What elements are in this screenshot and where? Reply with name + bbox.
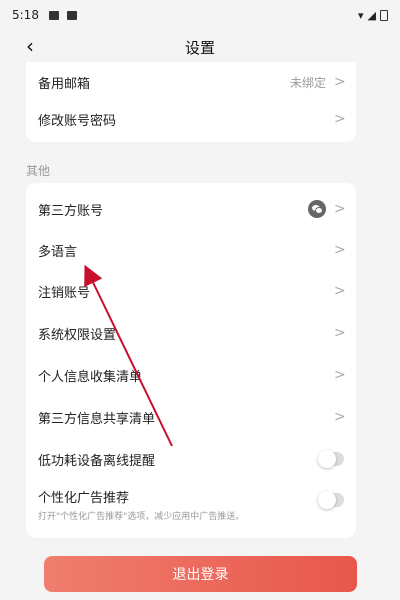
logout-button[interactable]: 退出登录	[44, 556, 357, 592]
row-third-party-account[interactable]: 第三方账号 >	[26, 189, 356, 229]
row-label: 低功耗设备离线提醒	[38, 453, 156, 469]
chevron-right-icon: >	[334, 201, 346, 217]
page-title: 设置	[184, 38, 215, 57]
offline-alert-toggle[interactable]	[318, 450, 344, 468]
message-notification-icon	[48, 10, 59, 20]
signal-icon: ◢	[367, 8, 376, 22]
row-system-permissions[interactable]: 系统权限设置 >	[26, 313, 356, 353]
chevron-right-icon: >	[334, 325, 346, 341]
row-cancel-account[interactable]: 注销账号 >	[26, 271, 356, 311]
status-time: 5:18	[12, 8, 39, 22]
row-label: 注销账号	[38, 285, 91, 301]
row-personalized-ads: 个性化广告推荐 打开"个性化广告推荐"选项，减少应用中广告推送。	[26, 479, 356, 529]
chevron-right-icon: >	[334, 367, 346, 383]
row-low-power-offline-alert: 低功耗设备离线提醒	[26, 439, 356, 479]
status-right: ▾ ◢	[358, 9, 388, 22]
row-language[interactable]: 多语言 >	[26, 230, 356, 270]
chevron-right-icon: >	[334, 242, 346, 258]
nav-bar: ‹ 设置	[0, 30, 400, 64]
app-notification-icon	[66, 10, 77, 20]
row-label: 个人信息收集清单	[38, 369, 143, 385]
battery-icon	[380, 9, 388, 21]
row-third-party-sharing-list[interactable]: 第三方信息共享清单 >	[26, 397, 356, 437]
status-bar: 5:18 ▾ ◢	[0, 0, 400, 30]
chevron-right-icon: >	[334, 74, 346, 90]
row-label: 备用邮箱	[38, 76, 91, 92]
personalized-ads-toggle[interactable]	[318, 491, 344, 509]
row-personal-info-list[interactable]: 个人信息收集清单 >	[26, 355, 356, 395]
chevron-right-icon: >	[334, 111, 346, 127]
other-card: 第三方账号 > 多语言 > 注销账号 > 系统权限设置 > 个人信息收集清单 >…	[26, 183, 356, 538]
row-label: 第三方信息共享清单	[38, 411, 156, 427]
row-subtext: 打开"个性化广告推荐"选项，减少应用中广告推送。	[38, 512, 245, 522]
chevron-right-icon: >	[334, 409, 346, 425]
section-title-other: 其他	[26, 164, 51, 178]
row-label: 系统权限设置	[38, 327, 117, 343]
row-change-password[interactable]: 修改账号密码 >	[26, 99, 356, 139]
wifi-icon: ▾	[358, 8, 364, 22]
chevron-right-icon: >	[334, 283, 346, 299]
account-card: 备用邮箱 未绑定 > 修改账号密码 >	[26, 62, 356, 142]
wechat-icon	[308, 200, 326, 218]
row-label: 个性化广告推荐	[38, 491, 130, 506]
row-value: 未绑定	[289, 75, 326, 90]
row-label: 修改账号密码	[38, 113, 117, 129]
row-backup-email[interactable]: 备用邮箱 未绑定 >	[26, 62, 356, 102]
row-label: 第三方账号	[38, 203, 104, 219]
back-icon[interactable]: ‹	[26, 36, 34, 56]
row-label: 多语言	[38, 244, 78, 260]
